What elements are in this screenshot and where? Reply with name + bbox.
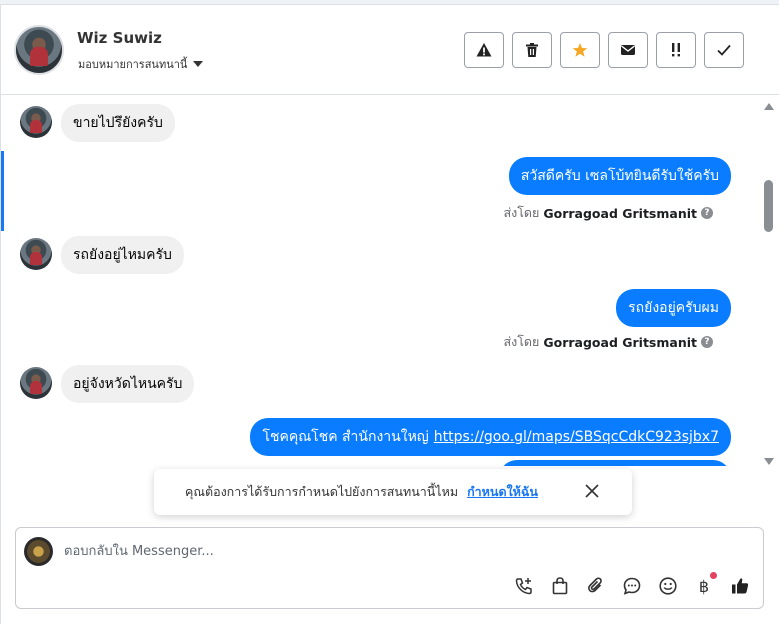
reply-input[interactable] bbox=[64, 540, 744, 562]
contact-name[interactable]: Wiz Suwiz bbox=[77, 29, 162, 47]
assign-dropdown[interactable]: มอบหมายการสนทนานี้ bbox=[78, 55, 204, 73]
assign-notice-text: คุณต้องการได้รับการกำหนดไปยังการสนทนานี้… bbox=[185, 484, 459, 499]
sent-by-label: ส่งโดย Gorragoad Gritsmanit ? bbox=[503, 203, 713, 223]
composer-actions: ฿ bbox=[513, 572, 751, 597]
sender-name: Gorragoad Gritsmanit bbox=[543, 205, 697, 221]
follow-up-button[interactable] bbox=[656, 32, 696, 68]
sent-by-prefix: ส่งโดย bbox=[503, 334, 540, 349]
baht-symbol: ฿ bbox=[698, 576, 710, 596]
checkmark-icon bbox=[717, 44, 731, 56]
message-bubble-outgoing[interactable]: โชคคุณโชค สำนักงานใหญ่ https://goo.gl/ma… bbox=[250, 418, 731, 456]
sender-avatar bbox=[20, 106, 52, 138]
sender-name: Gorragoad Gritsmanit bbox=[543, 334, 697, 350]
message-bubble-outgoing[interactable]: สวัสดีครับ เซลโบ้ทยินดีรับใช้ครับ bbox=[508, 157, 731, 195]
message-bubble-outgoing[interactable]: รถยังอยู่ครับผม bbox=[616, 289, 731, 327]
message-bubble-outgoing-partial[interactable] bbox=[499, 460, 731, 466]
help-icon[interactable]: ? bbox=[701, 207, 713, 219]
contact-avatar[interactable] bbox=[14, 25, 64, 75]
reply-composer: ฿ bbox=[15, 527, 764, 609]
thumbs-up-icon[interactable] bbox=[729, 575, 751, 597]
thread-scrollbar[interactable] bbox=[761, 98, 777, 468]
exclamation-icon bbox=[672, 43, 680, 57]
conversation-panel: Wiz Suwiz มอบหมายการสนทนานี้ ขายไปรึยังค… bbox=[0, 4, 779, 624]
help-icon[interactable]: ? bbox=[701, 336, 713, 348]
warning-icon bbox=[476, 43, 492, 57]
close-icon[interactable] bbox=[584, 483, 600, 499]
message-link[interactable]: https://goo.gl/maps/SBSqcCdkC923sjbx7 bbox=[434, 429, 719, 445]
message-thread[interactable]: ขายไปรึยังครับ สวัสดีครับ เซลโบ้ทยินดีรั… bbox=[1, 96, 761, 466]
emoji-icon[interactable] bbox=[657, 575, 679, 597]
chat-bubble-icon[interactable] bbox=[621, 575, 643, 597]
active-indicator bbox=[1, 151, 4, 231]
star-button[interactable] bbox=[560, 32, 600, 68]
message-text: โชคคุณโชค สำนักงานใหญ่ bbox=[262, 429, 429, 445]
payment-icon[interactable]: ฿ bbox=[693, 572, 717, 597]
page-avatar bbox=[24, 537, 53, 566]
caret-down-icon bbox=[193, 61, 204, 67]
sender-avatar bbox=[20, 367, 52, 399]
message-bubble-incoming[interactable]: ขายไปรึยังครับ bbox=[61, 104, 175, 142]
mark-unread-button[interactable] bbox=[608, 32, 648, 68]
trash-icon bbox=[526, 43, 538, 57]
attachment-icon[interactable] bbox=[585, 575, 607, 597]
shopping-bag-icon[interactable] bbox=[549, 575, 571, 597]
scroll-down-arrow-icon[interactable] bbox=[764, 458, 774, 465]
delete-button[interactable] bbox=[512, 32, 552, 68]
mark-done-button[interactable] bbox=[704, 32, 744, 68]
sender-avatar bbox=[20, 238, 52, 270]
assign-notice: คุณต้องการได้รับการกำหนดไปยังการสนทนานี้… bbox=[154, 469, 632, 515]
message-bubble-incoming[interactable]: รถยังอยู่ไหมครับ bbox=[61, 236, 184, 274]
message-bubble-incoming[interactable]: อยู่จังหวัดไหนครับ bbox=[61, 365, 195, 403]
scroll-up-arrow-icon[interactable] bbox=[764, 103, 774, 110]
call-icon[interactable] bbox=[513, 575, 535, 597]
notification-dot bbox=[710, 572, 717, 579]
envelope-icon bbox=[621, 45, 635, 55]
sent-by-prefix: ส่งโดย bbox=[503, 205, 540, 220]
sent-by-label: ส่งโดย Gorragoad Gritsmanit ? bbox=[503, 332, 713, 352]
conversation-header: Wiz Suwiz มอบหมายการสนทนานี้ bbox=[1, 5, 779, 95]
star-icon bbox=[572, 43, 588, 57]
assign-to-me-link[interactable]: กำหนดให้ฉัน bbox=[467, 482, 538, 502]
assign-label: มอบหมายการสนทนานี้ bbox=[78, 58, 188, 71]
scrollbar-thumb[interactable] bbox=[764, 180, 773, 232]
conversation-toolbar bbox=[464, 32, 744, 68]
spam-button[interactable] bbox=[464, 32, 504, 68]
